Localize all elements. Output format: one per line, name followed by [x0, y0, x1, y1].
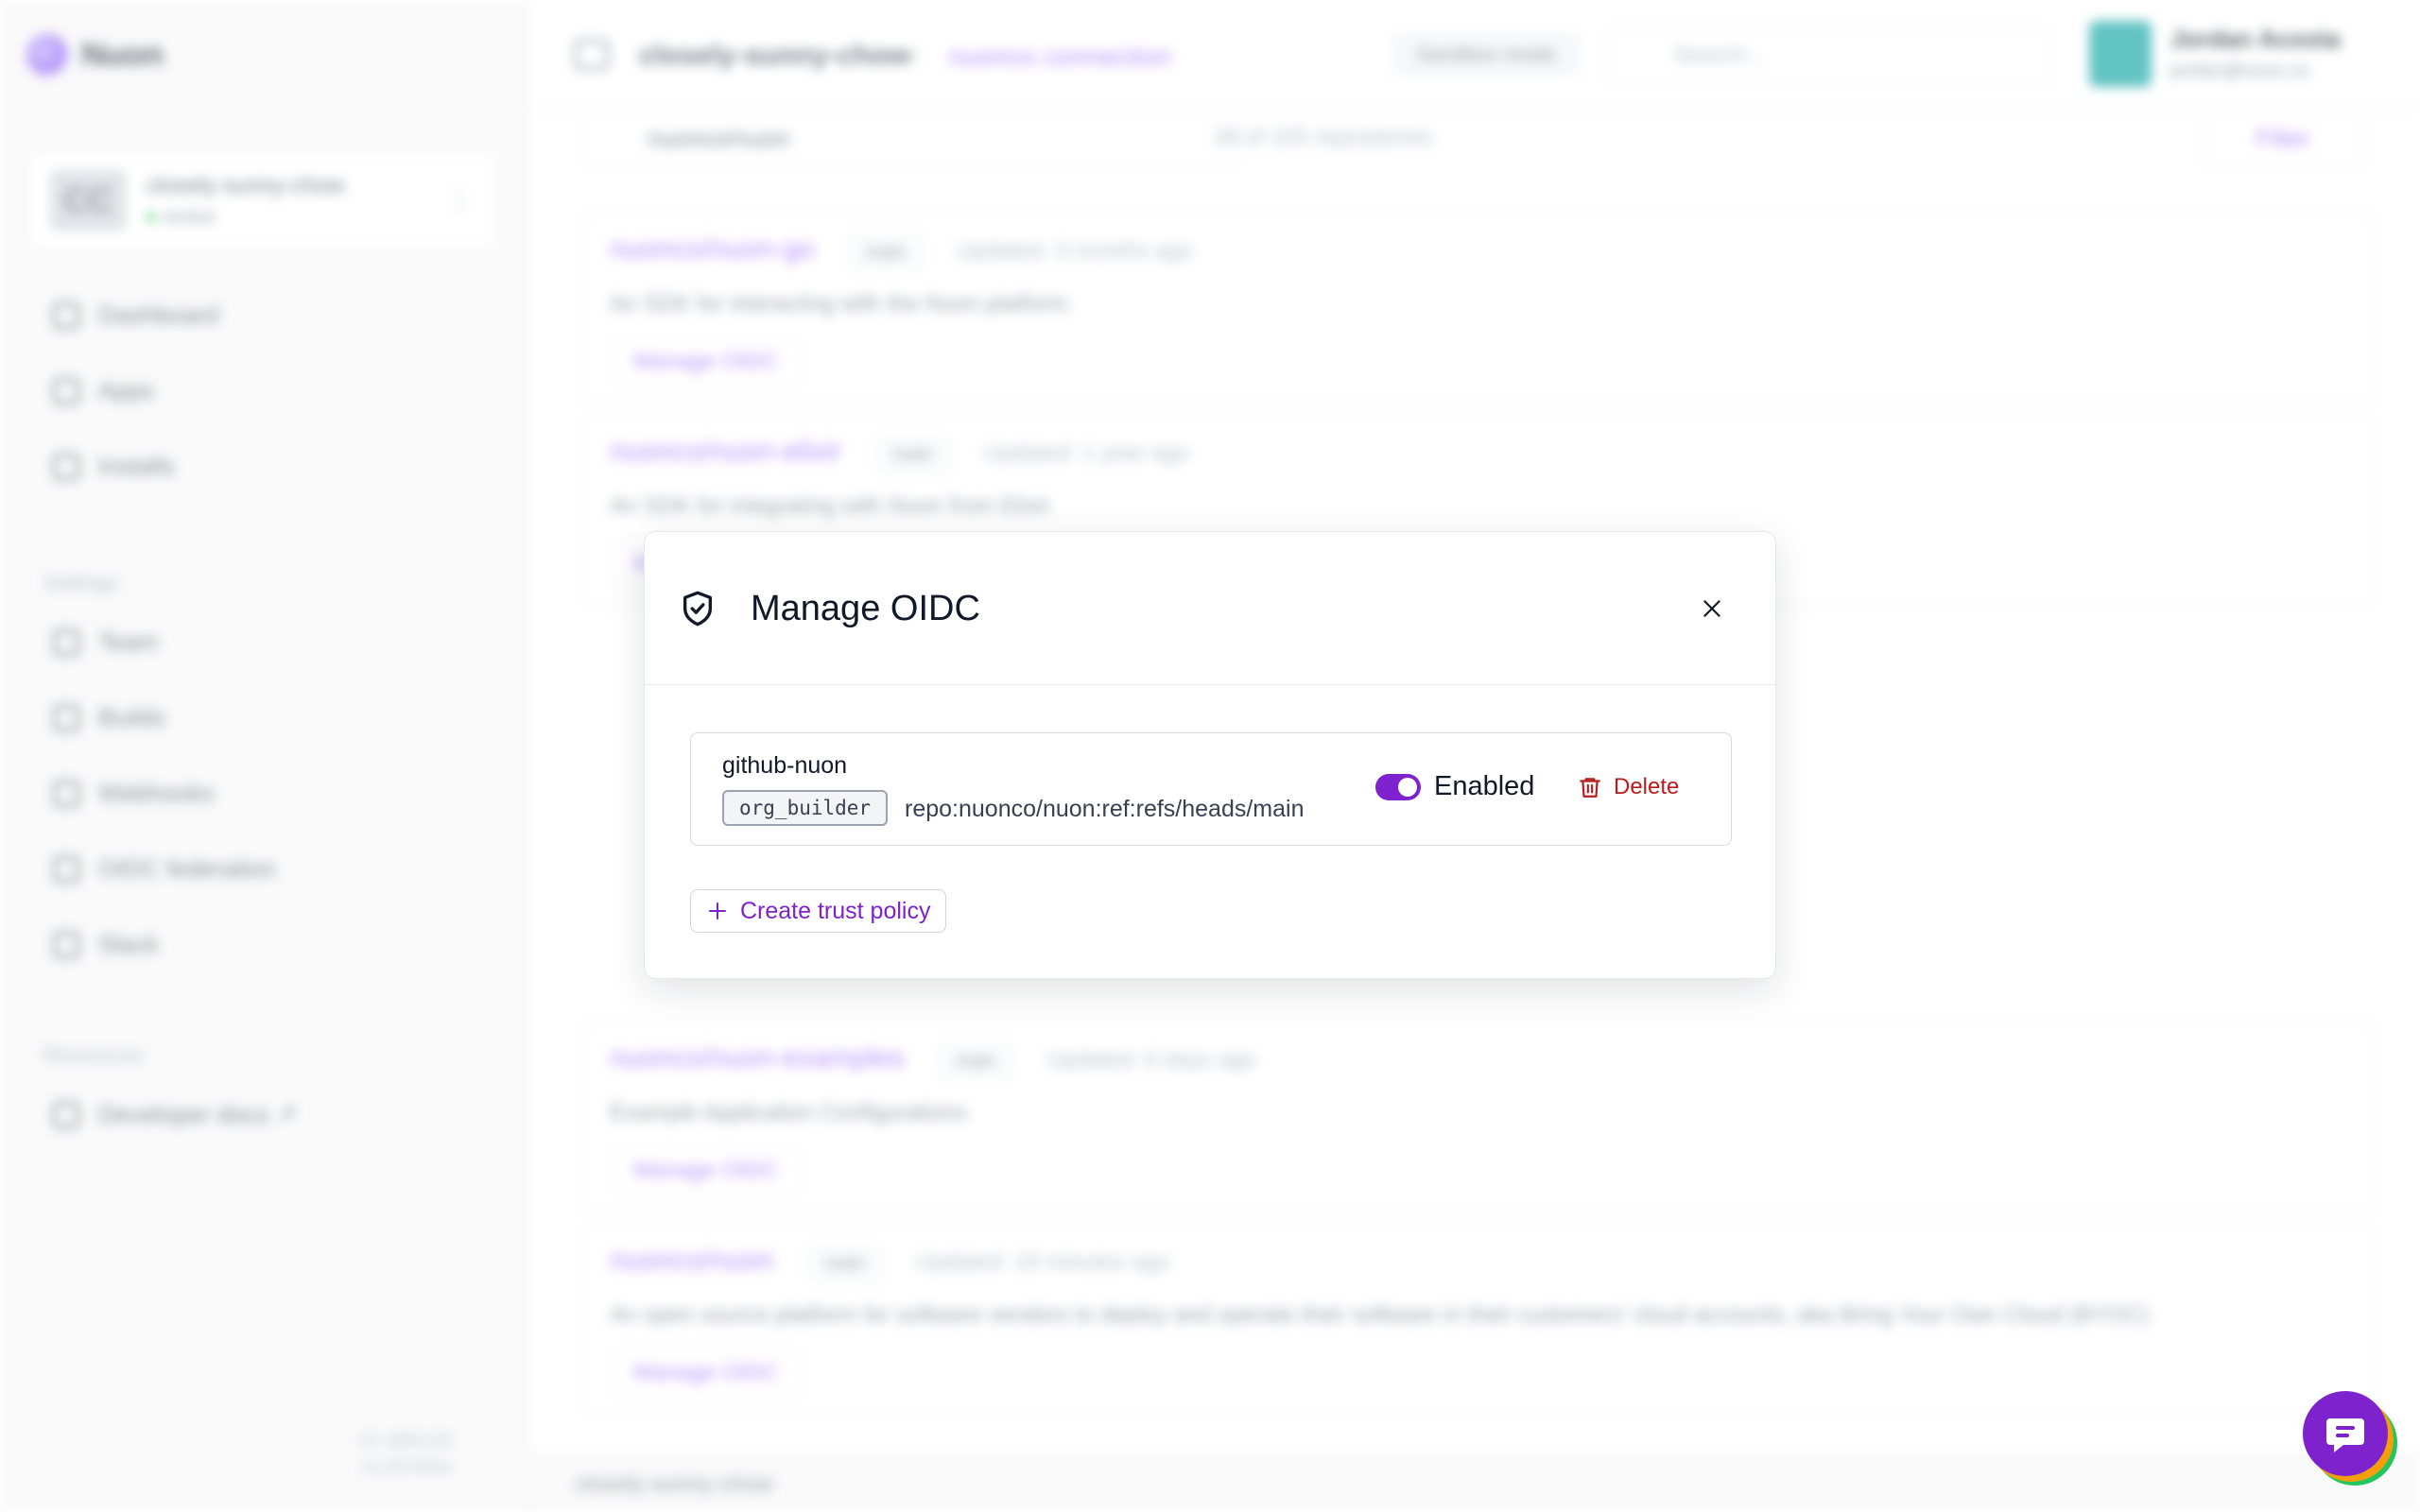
trust-policy-subject: repo:nuonco/nuon:ref:refs/heads/main [905, 796, 1305, 822]
shield-check-icon [683, 591, 712, 627]
close-icon [1703, 600, 1720, 617]
create-trust-policy-label: Create trust policy [740, 897, 931, 924]
plus-icon [709, 902, 726, 919]
toggle-knob [1398, 778, 1417, 797]
manage-oidc-dialog: Manage OIDC github-nuon org_builder repo… [644, 531, 1776, 979]
enabled-toggle[interactable] [1375, 774, 1421, 800]
role-badge: org_builder [722, 790, 889, 826]
chat-widget-button[interactable] [2303, 1391, 2388, 1476]
trust-policy-row: github-nuon org_builder repo:nuonco/nuon… [690, 732, 1732, 846]
create-trust-policy-button[interactable]: Create trust policy [690, 889, 947, 933]
dialog-title: Manage OIDC [751, 589, 980, 628]
chat-icon [2326, 1418, 2364, 1452]
close-button[interactable] [1692, 589, 1732, 628]
trash-icon [1580, 778, 1600, 798]
dialog-header: Manage OIDC [645, 532, 1775, 685]
trust-policy-name: github-nuon [722, 752, 848, 779]
delete-button[interactable]: Delete [1578, 767, 1679, 807]
enabled-label: Enabled [1434, 771, 1535, 801]
delete-label: Delete [1614, 774, 1680, 799]
